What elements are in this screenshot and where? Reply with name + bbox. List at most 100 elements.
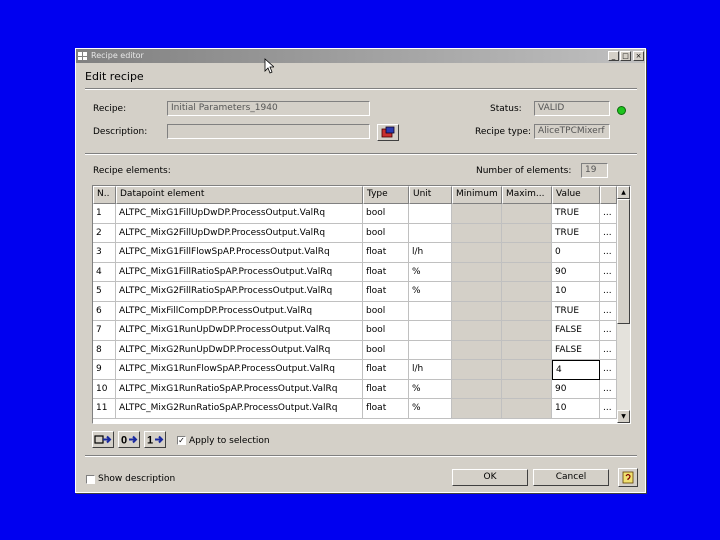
- ok-button[interactable]: OK: [452, 469, 528, 486]
- apply-to-selection-checkbox[interactable]: ✓: [177, 436, 186, 445]
- browse-button[interactable]: ...: [600, 379, 617, 399]
- cancel-button[interactable]: Cancel: [533, 469, 609, 486]
- scroll-up-button[interactable]: ▲: [617, 186, 630, 199]
- datapoint-cell: ALTPC_MixG2FillRatioSpAP.ProcessOutput.V…: [116, 282, 363, 302]
- unit-cell: %: [409, 262, 452, 282]
- unit-cell: l/h: [409, 243, 452, 263]
- unit-cell: [409, 321, 452, 341]
- type-cell: bool: [363, 301, 409, 321]
- browse-button[interactable]: ...: [600, 282, 617, 302]
- column-header-maximum[interactable]: Maxim...: [502, 186, 552, 204]
- column-header-type[interactable]: Type: [363, 186, 409, 204]
- datapoint-cell: ALTPC_MixG1RunFlowSpAP.ProcessOutput.Val…: [116, 360, 363, 380]
- title-bar[interactable]: Recipe editor _ □ ×: [76, 49, 645, 63]
- value-cell[interactable]: 90: [552, 262, 600, 282]
- maximum-cell: [502, 360, 552, 380]
- datapoint-cell: ALTPC_MixG1RunUpDwDP.ProcessOutput.ValRq: [116, 321, 363, 341]
- maximum-cell: [502, 262, 552, 282]
- value-cell[interactable]: 90: [552, 379, 600, 399]
- set-one-text: 1: [147, 435, 153, 447]
- column-header-value[interactable]: Value: [552, 186, 600, 204]
- column-header-browse: [600, 186, 617, 204]
- browse-button[interactable]: ...: [600, 262, 617, 282]
- row-number: 2: [93, 223, 116, 243]
- value-cell[interactable]: TRUE: [552, 223, 600, 243]
- unit-cell: %: [409, 379, 452, 399]
- scroll-thumb[interactable]: [617, 199, 630, 324]
- browse-button[interactable]: ...: [600, 399, 617, 419]
- column-header-unit[interactable]: Unit: [409, 186, 452, 204]
- set-zero-button[interactable]: 0: [118, 431, 140, 448]
- browse-button[interactable]: ...: [600, 223, 617, 243]
- browse-button[interactable]: ...: [600, 243, 617, 263]
- minimum-cell: [452, 321, 502, 341]
- browse-button[interactable]: ...: [600, 301, 617, 321]
- column-header-minimum[interactable]: Minimum: [452, 186, 502, 204]
- browse-button[interactable]: ...: [600, 340, 617, 360]
- table-scrollbar[interactable]: ▲ ▼: [617, 186, 630, 423]
- browse-button[interactable]: ...: [600, 321, 617, 341]
- maximize-button[interactable]: □: [620, 51, 631, 61]
- datapoint-cell: ALTPC_MixG1FillUpDwDP.ProcessOutput.ValR…: [116, 204, 363, 224]
- window-title: Recipe editor: [91, 51, 144, 60]
- recipe-editor-window: Recipe editor _ □ × Edit recipe Recipe: …: [75, 48, 646, 493]
- help-button[interactable]: [618, 468, 638, 487]
- recipe-type-field: AliceTPCMixerf: [534, 124, 610, 139]
- maximum-cell: [502, 243, 552, 263]
- value-cell[interactable]: TRUE: [552, 204, 600, 224]
- recipe-label: Recipe:: [93, 104, 127, 114]
- recipe-name-field[interactable]: Initial Parameters_1940: [167, 101, 370, 116]
- minimum-cell: [452, 243, 502, 263]
- column-header-datapoint[interactable]: Datapoint element: [116, 186, 363, 204]
- help-icon: [622, 471, 634, 484]
- page-title: Edit recipe: [85, 70, 144, 83]
- status-field: VALID: [534, 101, 610, 116]
- maximum-cell: [502, 399, 552, 419]
- description-field[interactable]: [167, 124, 370, 139]
- unit-cell: %: [409, 399, 452, 419]
- unit-cell: [409, 340, 452, 360]
- header-divider: [85, 88, 637, 90]
- minimize-button[interactable]: _: [608, 51, 619, 61]
- show-description-checkbox[interactable]: [86, 475, 95, 484]
- row-number: 7: [93, 321, 116, 341]
- maximum-cell: [502, 340, 552, 360]
- maximum-cell: [502, 301, 552, 321]
- status-label: Status:: [490, 104, 522, 114]
- row-number: 1: [93, 204, 116, 224]
- value-cell[interactable]: 10: [552, 282, 600, 302]
- value-cell[interactable]: FALSE: [552, 321, 600, 341]
- scroll-down-button[interactable]: ▼: [617, 410, 630, 423]
- minimum-cell: [452, 379, 502, 399]
- row-number: 4: [93, 262, 116, 282]
- close-button[interactable]: ×: [633, 51, 644, 61]
- value-cell[interactable]: FALSE: [552, 340, 600, 360]
- value-cell[interactable]: TRUE: [552, 301, 600, 321]
- footer-divider: [85, 455, 637, 457]
- row-number: 10: [93, 379, 116, 399]
- column-header-number[interactable]: N..: [93, 186, 116, 204]
- browse-button[interactable]: ...: [600, 204, 617, 224]
- element-count-label: Number of elements:: [476, 166, 572, 176]
- browse-button[interactable]: ...: [600, 360, 617, 380]
- mouse-cursor-icon: [264, 58, 274, 74]
- value-cell[interactable]: 10: [552, 399, 600, 419]
- datapoint-cell: ALTPC_MixG2RunRatioSpAP.ProcessOutput.Va…: [116, 399, 363, 419]
- minimum-cell: [452, 204, 502, 224]
- type-cell: float: [363, 282, 409, 302]
- type-cell: float: [363, 243, 409, 263]
- set-one-button[interactable]: 1: [144, 431, 166, 448]
- value-cell[interactable]: 4: [552, 360, 600, 380]
- value-cell[interactable]: 0: [552, 243, 600, 263]
- datapoint-cell: ALTPC_MixG2FillUpDwDP.ProcessOutput.ValR…: [116, 223, 363, 243]
- apply-all-button[interactable]: [92, 431, 114, 448]
- element-count-field: 19: [581, 163, 608, 178]
- edit-description-button[interactable]: [377, 124, 399, 141]
- row-number: 5: [93, 282, 116, 302]
- recipe-elements-table: N.. Datapoint element Type Unit Minimum …: [92, 185, 631, 424]
- recipe-elements-label: Recipe elements:: [93, 166, 171, 176]
- maximum-cell: [502, 204, 552, 224]
- datapoint-cell: ALTPC_MixG2RunUpDwDP.ProcessOutput.ValRq: [116, 340, 363, 360]
- type-cell: float: [363, 379, 409, 399]
- minimum-cell: [452, 360, 502, 380]
